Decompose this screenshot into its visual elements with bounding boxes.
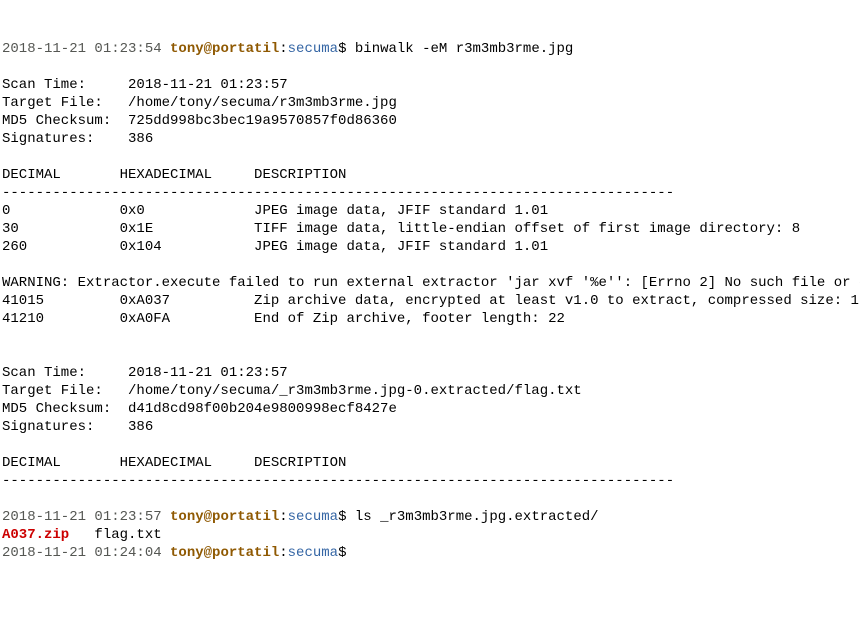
- timestamp: 2018-11-21 01:23:57: [2, 509, 170, 525]
- user-host: tony@portatil: [170, 545, 279, 561]
- prompt-symbol: $: [338, 41, 355, 57]
- output-line: [2, 256, 858, 274]
- archive-file: A037.zip: [2, 527, 69, 543]
- output-line: 0 0x0 JPEG image data, JFIF standard 1.0…: [2, 202, 858, 220]
- output-line: Signatures: 386: [2, 130, 858, 148]
- user-host: tony@portatil: [170, 41, 279, 57]
- cwd: secuma: [288, 41, 338, 57]
- terminal-output: 2018-11-21 01:23:54 tony@portatil:secuma…: [2, 40, 858, 562]
- prompt-symbol: $: [338, 509, 355, 525]
- output-line: WARNING: Extractor.execute failed to run…: [2, 274, 858, 292]
- command: binwalk -eM r3m3mb3rme.jpg: [355, 41, 573, 57]
- output-line: [2, 58, 858, 76]
- output-line: DECIMAL HEXADECIMAL DESCRIPTION: [2, 454, 858, 472]
- timestamp: 2018-11-21 01:23:54: [2, 41, 170, 57]
- output-line: [2, 436, 858, 454]
- separator: :: [279, 509, 287, 525]
- output-line: [2, 328, 858, 346]
- output-line: Target File: /home/tony/secuma/r3m3mb3rm…: [2, 94, 858, 112]
- cwd: secuma: [288, 509, 338, 525]
- output-line: [2, 490, 858, 508]
- output-line: ----------------------------------------…: [2, 184, 858, 202]
- prompt-symbol: $: [338, 545, 355, 561]
- output-line: DECIMAL HEXADECIMAL DESCRIPTION: [2, 166, 858, 184]
- output-line: 260 0x104 JPEG image data, JFIF standard…: [2, 238, 858, 256]
- output-line: [2, 346, 858, 364]
- output-line: MD5 Checksum: 725dd998bc3bec19a9570857f0…: [2, 112, 858, 130]
- ls-output: A037.zip flag.txt: [2, 526, 858, 544]
- output-line: [2, 148, 858, 166]
- output-line: Scan Time: 2018-11-21 01:23:57: [2, 76, 858, 94]
- output-line: 41015 0xA037 Zip archive data, encrypted…: [2, 292, 858, 310]
- separator: :: [279, 41, 287, 57]
- prompt-line[interactable]: 2018-11-21 01:23:57 tony@portatil:secuma…: [2, 508, 858, 526]
- output-line: Target File: /home/tony/secuma/_r3m3mb3r…: [2, 382, 858, 400]
- command: ls _r3m3mb3rme.jpg.extracted/: [355, 509, 599, 525]
- output-line: 41210 0xA0FA End of Zip archive, footer …: [2, 310, 858, 328]
- separator: :: [279, 545, 287, 561]
- output-line: Scan Time: 2018-11-21 01:23:57: [2, 364, 858, 382]
- output-line: ----------------------------------------…: [2, 472, 858, 490]
- output-line: MD5 Checksum: d41d8cd98f00b204e9800998ec…: [2, 400, 858, 418]
- output-line: 30 0x1E TIFF image data, little-endian o…: [2, 220, 858, 238]
- prompt-line[interactable]: 2018-11-21 01:24:04 tony@portatil:secuma…: [2, 544, 858, 562]
- cwd: secuma: [288, 545, 338, 561]
- file-list: flag.txt: [69, 527, 161, 543]
- output-line: Signatures: 386: [2, 418, 858, 436]
- user-host: tony@portatil: [170, 509, 279, 525]
- prompt-line[interactable]: 2018-11-21 01:23:54 tony@portatil:secuma…: [2, 40, 858, 58]
- timestamp: 2018-11-21 01:24:04: [2, 545, 170, 561]
